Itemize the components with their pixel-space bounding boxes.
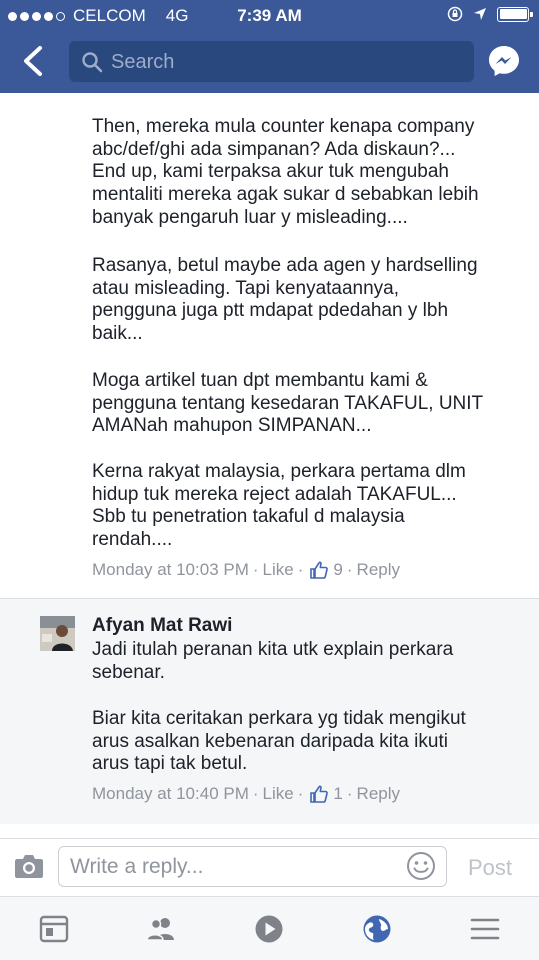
comment-paragraph: Biar kita ceritakan perkara yg tidak men… [92,708,466,775]
camera-icon[interactable] [14,852,44,880]
like-thumb-icon [310,785,329,803]
like-button[interactable]: Like [263,784,294,804]
location-arrow-icon [474,8,486,20]
comment-paragraph: Kerna rakyat malaysia, perkara pertama d… [92,461,466,551]
friends-icon[interactable] [145,914,177,944]
search-icon [82,52,103,73]
comment-meta: Monday at 10:40 PM · Like · 1 · Reply [92,784,401,804]
like-thumb-icon [310,561,329,579]
comment-author[interactable]: Afyan Mat Rawi [92,615,232,637]
avatar[interactable] [40,616,75,651]
search-input[interactable]: Search [69,41,474,82]
comment-meta: Monday at 10:03 PM · Like · 9 · Reply [92,560,401,580]
news-feed-icon[interactable] [38,914,70,944]
reply-input[interactable]: Write a reply... [58,846,447,887]
notifications-globe-icon[interactable] [361,914,393,944]
comment-paragraph: Then, mereka mula counter kenapa company… [92,116,479,228]
comment-timestamp: Monday at 10:40 PM [92,784,249,803]
comment-paragraph: Jadi itulah peranan kita utk explain per… [92,639,454,683]
reply-button[interactable]: Reply [357,560,400,580]
status-right [447,6,533,22]
comment-paragraph: Moga artikel tuan dpt membantu kami & pe… [92,370,484,437]
reply-placeholder: Write a reply... [70,855,204,878]
back-arrow-icon[interactable] [18,44,48,78]
like-count: 9 [333,560,343,579]
like-count: 1 [333,784,343,803]
post-button[interactable]: Post [468,855,512,881]
video-icon[interactable] [253,914,285,944]
like-button[interactable]: Like [263,560,294,580]
messenger-icon[interactable] [487,44,521,78]
menu-icon[interactable] [469,914,501,944]
reply-button[interactable]: Reply [357,784,400,804]
search-placeholder: Search [111,51,175,73]
rotation-lock-icon [447,6,463,22]
avatar-photo [40,616,75,651]
comment-paragraph: Rasanya, betul maybe ada agen y hardsell… [92,255,478,345]
status-bar: CELCOM 4G 7:39 AM [0,0,539,30]
emoji-icon[interactable] [406,851,436,881]
battery-icon [497,6,533,22]
top-navigation-bar: CELCOM 4G 7:39 AM Search [0,0,539,93]
comment-timestamp: Monday at 10:03 PM [92,560,249,579]
